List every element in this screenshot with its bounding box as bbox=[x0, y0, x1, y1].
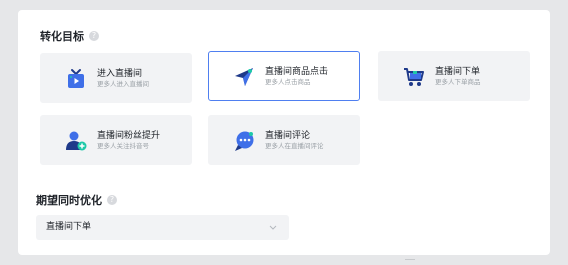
goal-card-title: 直播间评论 bbox=[265, 131, 311, 141]
tv-icon bbox=[68, 69, 84, 88]
help-circle-icon[interactable]: ? bbox=[89, 31, 99, 41]
goal-card-desc: 更多人下单商品 bbox=[435, 78, 481, 86]
help-circle-icon[interactable]: ? bbox=[107, 195, 117, 205]
goal-card-desc: 更多人在直播间评论 bbox=[265, 142, 324, 150]
goal-card-title: 直播间下单 bbox=[435, 67, 481, 77]
goal-card-product-click[interactable]: 直播间商品点击 更多人点击商品 bbox=[208, 51, 360, 101]
goal-card-place-order[interactable]: 直播间下单 更多人下单商品 bbox=[378, 51, 530, 101]
goal-card-desc: 更多人关注抖音号 bbox=[97, 142, 149, 150]
user-add-icon bbox=[66, 131, 87, 151]
goal-card-desc: 更多人点击商品 bbox=[265, 78, 311, 86]
goal-card-text: 直播间商品点击 更多人点击商品 bbox=[265, 66, 355, 87]
expected-optimization-title: 期望同时优化 bbox=[36, 194, 102, 207]
goal-card-text: 直播间粉丝提升 更多人关注抖音号 bbox=[97, 130, 187, 151]
goal-card-title: 进入直播间 bbox=[97, 69, 143, 79]
goal-card-follower-growth[interactable]: 直播间粉丝提升 更多人关注抖音号 bbox=[40, 115, 192, 165]
expected-optimization-section-title: 期望同时优化 ? bbox=[36, 192, 117, 208]
divider-mark bbox=[405, 259, 415, 263]
campaign-settings-panel: 转化目标 ? 进入直播间 更多人进入直播间 直播间商品点击 更多人点击商品 直播… bbox=[18, 10, 550, 255]
conversion-goal-section-title: 转化目标 ? bbox=[40, 28, 99, 44]
chat-bubble-icon bbox=[235, 131, 254, 151]
goal-card-text: 进入直播间 更多人进入直播间 bbox=[97, 68, 187, 89]
goal-card-live-comment[interactable]: 直播间评论 更多人在直播间评论 bbox=[208, 115, 360, 165]
shopping-cart-icon bbox=[404, 68, 424, 86]
goal-card-enter-live-room[interactable]: 进入直播间 更多人进入直播间 bbox=[40, 53, 192, 103]
cursor-arrow-icon bbox=[235, 68, 253, 86]
conversion-goal-title: 转化目标 bbox=[40, 30, 84, 43]
chevron-down-icon bbox=[269, 225, 277, 230]
expected-optimization-select[interactable]: 直播间下单 bbox=[36, 215, 289, 240]
goal-card-text: 直播间下单 更多人下单商品 bbox=[435, 66, 525, 87]
goal-card-title: 直播间粉丝提升 bbox=[97, 131, 161, 141]
goal-card-text: 直播间评论 更多人在直播间评论 bbox=[265, 130, 355, 151]
select-value: 直播间下单 bbox=[46, 222, 92, 232]
goal-card-title: 直播间商品点击 bbox=[265, 67, 329, 77]
goal-card-desc: 更多人进入直播间 bbox=[97, 80, 149, 88]
